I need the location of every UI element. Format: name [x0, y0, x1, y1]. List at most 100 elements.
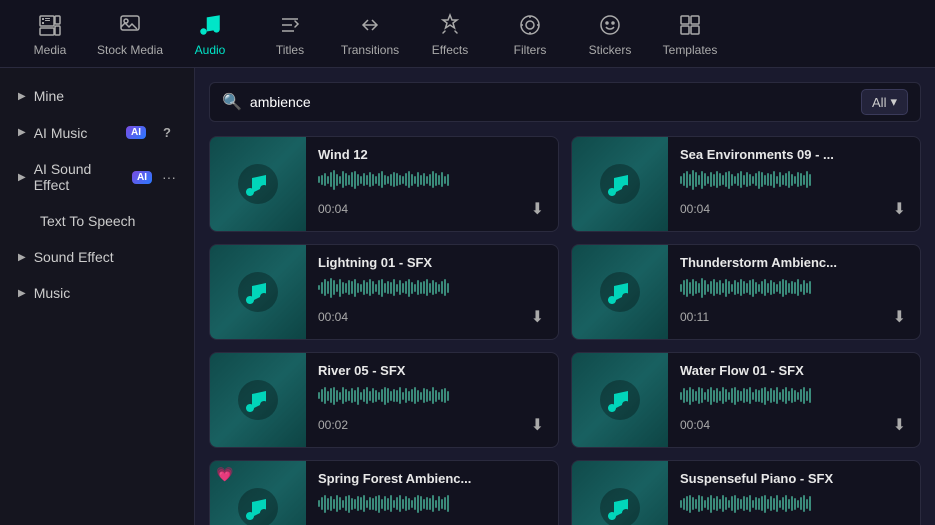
waveform-bar	[423, 281, 425, 294]
audio-card-spring-forest[interactable]: 💗 Spring Forest Ambienc... 02:07 ⬇	[209, 460, 559, 525]
filter-dropdown[interactable]: All ▾	[861, 89, 908, 115]
waveform-bar	[806, 283, 808, 293]
ai-badge-2: AI	[132, 171, 152, 184]
waveform-bar	[701, 278, 703, 298]
waveform-bar	[375, 496, 377, 511]
search-input[interactable]	[250, 94, 853, 110]
waveform-bar	[387, 281, 389, 294]
sidebar-item-ai-sound-effect[interactable]: ▶ AI Sound Effect AI ···	[0, 151, 194, 203]
audio-card-suspenseful-piano[interactable]: Suspenseful Piano - SFX 00:20 ⬇	[571, 460, 921, 525]
audio-duration: 00:04	[318, 202, 348, 216]
waveform-bar	[746, 497, 748, 510]
nav-label-filters: Filters	[514, 43, 547, 57]
waveform-bar	[324, 387, 326, 404]
waveform-bar	[716, 282, 718, 294]
music-note-icon	[594, 266, 646, 318]
waveform-bar	[743, 496, 745, 511]
waveform-bar	[791, 388, 793, 403]
waveform-bar	[782, 175, 784, 185]
waveform-bar	[318, 392, 320, 399]
waveform-bar	[689, 495, 691, 513]
waveform-bar	[809, 174, 811, 186]
waveform-bar	[725, 279, 727, 297]
waveform-bar	[707, 389, 709, 402]
nav-label-media: Media	[34, 43, 67, 57]
waveform-bar	[435, 390, 437, 402]
waveform-bar	[399, 387, 401, 404]
waveform-bar	[330, 388, 332, 403]
audio-footer: 00:04 ⬇	[318, 197, 548, 221]
waveform-bar	[731, 174, 733, 186]
download-button[interactable]: ⬇	[889, 305, 910, 329]
templates-icon	[676, 11, 704, 39]
download-button[interactable]: ⬇	[527, 413, 548, 437]
sidebar-item-sound-effect[interactable]: ▶ Sound Effect	[0, 239, 194, 275]
download-button[interactable]: ⬇	[527, 197, 548, 221]
waveform-bar	[357, 496, 359, 511]
audio-duration: 00:02	[318, 418, 348, 432]
nav-item-effects[interactable]: Effects	[410, 0, 490, 68]
waveform-bar	[689, 387, 691, 405]
nav-item-audio[interactable]: Audio	[170, 0, 250, 68]
nav-item-filters[interactable]: Filters	[490, 0, 570, 68]
waveform-bar	[803, 175, 805, 185]
nav-item-transitions[interactable]: Transitions	[330, 0, 410, 68]
waveform-bar	[797, 392, 799, 400]
waveform-bar	[321, 497, 323, 510]
nav-item-titles[interactable]: Titles	[250, 0, 330, 68]
waveform-bar	[782, 497, 784, 510]
waveform-bar	[701, 496, 703, 511]
waveform-bar	[692, 279, 694, 296]
nav-item-stock-media[interactable]: Stock Media	[90, 0, 170, 68]
waveform-bar	[746, 389, 748, 402]
waveform	[318, 168, 548, 192]
audio-card-sea-env-09[interactable]: Sea Environments 09 - ... 00:04 ⬇	[571, 136, 921, 232]
waveform-bar	[405, 496, 407, 511]
waveform-bar	[438, 392, 440, 400]
sidebar-item-mine[interactable]: ▶ Mine	[0, 78, 194, 114]
download-button[interactable]: ⬇	[527, 521, 548, 525]
audio-card-water-flow-01[interactable]: Water Flow 01 - SFX 00:04 ⬇	[571, 352, 921, 448]
download-button[interactable]: ⬇	[889, 197, 910, 221]
nav-item-stickers[interactable]: Stickers	[570, 0, 650, 68]
waveform-bar	[755, 497, 757, 510]
stickers-icon	[596, 11, 624, 39]
nav-item-templates[interactable]: Templates	[650, 0, 730, 68]
waveform-bar	[785, 387, 787, 404]
sidebar-item-ai-music[interactable]: ▶ AI Music AI ?	[0, 114, 194, 151]
sidebar-item-music[interactable]: ▶ Music	[0, 275, 194, 311]
waveform-bar	[737, 173, 739, 186]
audio-title: Thunderstorm Ambienc...	[680, 255, 910, 270]
waveform-bar	[710, 387, 712, 405]
audio-title: Wind 12	[318, 147, 548, 162]
waveform-bar	[438, 284, 440, 292]
waveform-bar	[740, 499, 742, 509]
waveform-bar	[698, 175, 700, 185]
waveform-bar	[438, 175, 440, 185]
waveform-bar	[764, 175, 766, 185]
audio-icon	[196, 11, 224, 39]
audio-thumbnail	[572, 244, 668, 340]
audio-card-river-05[interactable]: River 05 - SFX 00:02 ⬇	[209, 352, 559, 448]
download-button[interactable]: ⬇	[527, 305, 548, 329]
sidebar-item-text-to-speech[interactable]: Text To Speech	[0, 203, 194, 239]
music-note-icon	[232, 374, 284, 426]
waveform-bar	[375, 390, 377, 402]
nav-label-audio: Audio	[195, 43, 226, 57]
waveform-bar	[791, 496, 793, 511]
audio-card-thunderstorm[interactable]: Thunderstorm Ambienc... 00:11 ⬇	[571, 244, 921, 340]
nav-item-media[interactable]: Media	[10, 0, 90, 68]
waveform-bar	[321, 282, 323, 294]
waveform-bar	[692, 389, 694, 402]
waveform	[318, 492, 548, 516]
download-button[interactable]: ⬇	[889, 413, 910, 437]
waveform-bar	[330, 278, 332, 298]
audio-thumbnail	[572, 136, 668, 232]
audio-card-lightning-01[interactable]: Lightning 01 - SFX 00:04 ⬇	[209, 244, 559, 340]
waveform-bar	[788, 171, 790, 188]
waveform-bar	[779, 500, 781, 508]
audio-card-wind-12[interactable]: Wind 12 00:04 ⬇	[209, 136, 559, 232]
waveform-bar	[381, 389, 383, 402]
download-button[interactable]: ⬇	[889, 521, 910, 525]
audio-duration: 00:04	[680, 418, 710, 432]
